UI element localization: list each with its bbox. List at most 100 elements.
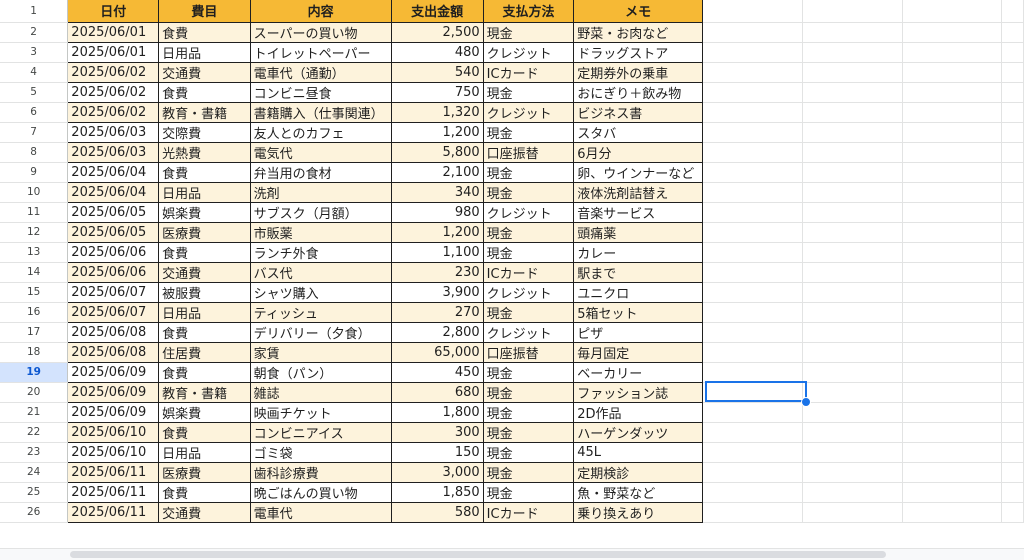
- date-cell[interactable]: 2025/06/06: [67, 262, 160, 283]
- empty-cell[interactable]: [802, 182, 903, 203]
- date-cell[interactable]: 2025/06/10: [67, 422, 160, 443]
- column-header-memo[interactable]: メモ: [573, 0, 704, 23]
- memo-cell[interactable]: 液体洗剤詰替え: [573, 182, 704, 203]
- empty-cell[interactable]: [702, 402, 803, 423]
- row-header[interactable]: 21: [0, 402, 69, 423]
- scrollbar-thumb[interactable]: [70, 551, 886, 558]
- payment-method-cell[interactable]: ICカード: [483, 502, 575, 523]
- payment-method-cell[interactable]: 現金: [483, 462, 575, 483]
- empty-cell[interactable]: [702, 182, 803, 203]
- empty-cell[interactable]: [702, 222, 803, 243]
- empty-cell[interactable]: [1001, 142, 1024, 163]
- category-cell[interactable]: 食費: [158, 362, 251, 383]
- memo-cell[interactable]: おにぎり＋飲み物: [573, 82, 704, 103]
- row-header[interactable]: 22: [0, 422, 69, 443]
- category-cell[interactable]: 住居費: [158, 342, 251, 363]
- date-cell[interactable]: 2025/06/11: [67, 502, 160, 523]
- date-cell[interactable]: 2025/06/05: [67, 202, 160, 223]
- category-cell[interactable]: 食費: [158, 162, 251, 183]
- date-cell[interactable]: 2025/06/02: [67, 62, 160, 83]
- description-cell[interactable]: 弁当用の食材: [250, 162, 392, 183]
- fill-handle[interactable]: [801, 397, 811, 407]
- empty-cell[interactable]: [702, 302, 803, 323]
- empty-cell[interactable]: [802, 0, 903, 23]
- empty-cell[interactable]: [1001, 322, 1024, 343]
- amount-cell[interactable]: 2,500: [391, 22, 484, 43]
- empty-cell[interactable]: [802, 262, 903, 283]
- empty-cell[interactable]: [902, 142, 1003, 163]
- empty-cell[interactable]: [902, 342, 1003, 363]
- amount-cell[interactable]: 480: [391, 42, 484, 63]
- empty-cell[interactable]: [702, 322, 803, 343]
- column-header-category[interactable]: 費目: [158, 0, 251, 23]
- description-cell[interactable]: 雑誌: [250, 382, 392, 403]
- category-cell[interactable]: 食費: [158, 242, 251, 263]
- amount-cell[interactable]: 65,000: [391, 342, 484, 363]
- amount-cell[interactable]: 150: [391, 442, 484, 463]
- payment-method-cell[interactable]: 現金: [483, 82, 575, 103]
- date-cell[interactable]: 2025/06/03: [67, 142, 160, 163]
- empty-cell[interactable]: [702, 242, 803, 263]
- empty-cell[interactable]: [902, 282, 1003, 303]
- category-cell[interactable]: 教育・書籍: [158, 382, 251, 403]
- empty-cell[interactable]: [702, 442, 803, 463]
- description-cell[interactable]: 洗剤: [250, 182, 392, 203]
- description-cell[interactable]: 電車代: [250, 502, 392, 523]
- memo-cell[interactable]: ハーゲンダッツ: [573, 422, 704, 443]
- date-cell[interactable]: 2025/06/08: [67, 322, 160, 343]
- empty-cell[interactable]: [802, 362, 903, 383]
- empty-cell[interactable]: [1001, 122, 1024, 143]
- memo-cell[interactable]: 定期券外の乗車: [573, 62, 704, 83]
- empty-cell[interactable]: [1001, 342, 1024, 363]
- row-header[interactable]: 15: [0, 282, 69, 303]
- memo-cell[interactable]: ベーカリー: [573, 362, 704, 383]
- empty-cell[interactable]: [902, 22, 1003, 43]
- date-cell[interactable]: 2025/06/08: [67, 342, 160, 363]
- description-cell[interactable]: トイレットペーパー: [250, 42, 392, 63]
- empty-cell[interactable]: [902, 222, 1003, 243]
- payment-method-cell[interactable]: クレジット: [483, 322, 575, 343]
- empty-cell[interactable]: [702, 142, 803, 163]
- memo-cell[interactable]: スタバ: [573, 122, 704, 143]
- empty-cell[interactable]: [802, 222, 903, 243]
- memo-cell[interactable]: ピザ: [573, 322, 704, 343]
- memo-cell[interactable]: ビジネス書: [573, 102, 704, 123]
- amount-cell[interactable]: 750: [391, 82, 484, 103]
- memo-cell[interactable]: 駅まで: [573, 262, 704, 283]
- empty-cell[interactable]: [902, 322, 1003, 343]
- payment-method-cell[interactable]: 現金: [483, 302, 575, 323]
- row-header[interactable]: 17: [0, 322, 69, 343]
- memo-cell[interactable]: ドラッグストア: [573, 42, 704, 63]
- date-cell[interactable]: 2025/06/01: [67, 42, 160, 63]
- empty-cell[interactable]: [1001, 82, 1024, 103]
- category-cell[interactable]: 交際費: [158, 122, 251, 143]
- payment-method-cell[interactable]: 現金: [483, 442, 575, 463]
- empty-cell[interactable]: [902, 422, 1003, 443]
- description-cell[interactable]: ゴミ袋: [250, 442, 392, 463]
- empty-cell[interactable]: [802, 302, 903, 323]
- empty-cell[interactable]: [902, 442, 1003, 463]
- amount-cell[interactable]: 270: [391, 302, 484, 323]
- category-cell[interactable]: 食費: [158, 22, 251, 43]
- description-cell[interactable]: 電車代（通勤）: [250, 62, 392, 83]
- description-cell[interactable]: 歯科診療費: [250, 462, 392, 483]
- category-cell[interactable]: 日用品: [158, 42, 251, 63]
- amount-cell[interactable]: 1,800: [391, 402, 484, 423]
- payment-method-cell[interactable]: 口座振替: [483, 342, 575, 363]
- active-cell-selection[interactable]: [705, 381, 807, 402]
- empty-cell[interactable]: [1001, 242, 1024, 263]
- description-cell[interactable]: 朝食（パン）: [250, 362, 392, 383]
- description-cell[interactable]: スーパーの買い物: [250, 22, 392, 43]
- empty-cell[interactable]: [802, 82, 903, 103]
- empty-cell[interactable]: [802, 282, 903, 303]
- empty-cell[interactable]: [802, 422, 903, 443]
- memo-cell[interactable]: 6月分: [573, 142, 704, 163]
- row-header[interactable]: 4: [0, 62, 69, 83]
- description-cell[interactable]: 晩ごはんの買い物: [250, 482, 392, 503]
- row-header[interactable]: 24: [0, 462, 69, 483]
- empty-cell[interactable]: [802, 382, 903, 403]
- empty-cell[interactable]: [902, 302, 1003, 323]
- memo-cell[interactable]: カレー: [573, 242, 704, 263]
- payment-method-cell[interactable]: 現金: [483, 162, 575, 183]
- date-cell[interactable]: 2025/06/10: [67, 442, 160, 463]
